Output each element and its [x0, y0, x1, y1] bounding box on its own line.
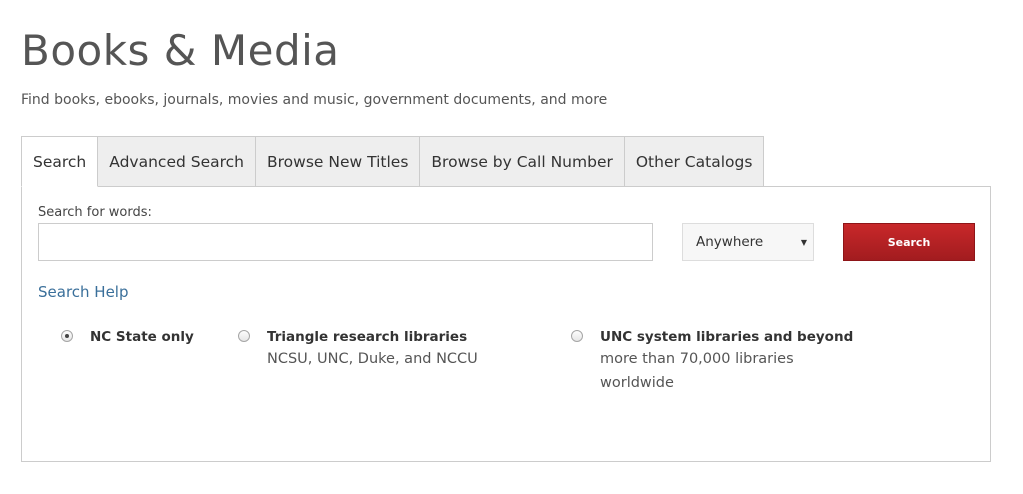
- search-input[interactable]: [38, 223, 653, 261]
- option-nc-state-text: NC State only: [90, 329, 194, 346]
- tab-search[interactable]: Search: [21, 136, 99, 187]
- search-field-label: Search for words:: [38, 205, 152, 220]
- radio-triangle[interactable]: [238, 330, 250, 342]
- option-unc-system-desc-line-2: worldwide: [600, 375, 674, 391]
- tab-advanced-search[interactable]: Advanced Search: [98, 136, 257, 187]
- search-button[interactable]: Search: [843, 223, 975, 261]
- option-unc-system: UNC system libraries and beyond more tha…: [571, 329, 853, 395]
- search-panel: Search for words: Anywhere ▼ Search Sear…: [21, 186, 991, 462]
- radio-nc-state[interactable]: [61, 330, 73, 342]
- page: Books & Media Find books, ebooks, journa…: [0, 0, 1023, 494]
- tab-other-catalogs[interactable]: Other Catalogs: [624, 136, 765, 187]
- option-nc-state: NC State only: [61, 329, 194, 346]
- option-unc-system-text: UNC system libraries and beyond more tha…: [600, 329, 853, 395]
- option-unc-system-title: UNC system libraries and beyond: [600, 329, 854, 345]
- scope-select-value: Anywhere: [696, 234, 764, 250]
- option-triangle-text: Triangle research libraries NCSU, UNC, D…: [267, 329, 478, 371]
- option-unc-system-desc-line-1: more than 70,000 libraries: [600, 351, 794, 367]
- scope-select[interactable]: Anywhere ▼: [682, 223, 814, 261]
- option-triangle-desc-line-1: NCSU, UNC, Duke, and NCCU: [267, 351, 478, 367]
- option-nc-state-title: NC State only: [90, 329, 194, 345]
- tab-bar: Search Advanced Search Browse New Titles…: [21, 136, 765, 187]
- tab-browse-by-call-number[interactable]: Browse by Call Number: [420, 136, 625, 187]
- radio-unc-system[interactable]: [571, 330, 583, 342]
- option-triangle: Triangle research libraries NCSU, UNC, D…: [238, 329, 478, 371]
- page-title: Books & Media: [21, 26, 340, 75]
- caret-down-icon: ▼: [800, 237, 807, 247]
- page-subtitle: Find books, ebooks, journals, movies and…: [21, 92, 608, 108]
- search-help-link[interactable]: Search Help: [38, 283, 129, 301]
- option-triangle-title: Triangle research libraries: [267, 329, 468, 345]
- tab-browse-new-titles[interactable]: Browse New Titles: [256, 136, 421, 187]
